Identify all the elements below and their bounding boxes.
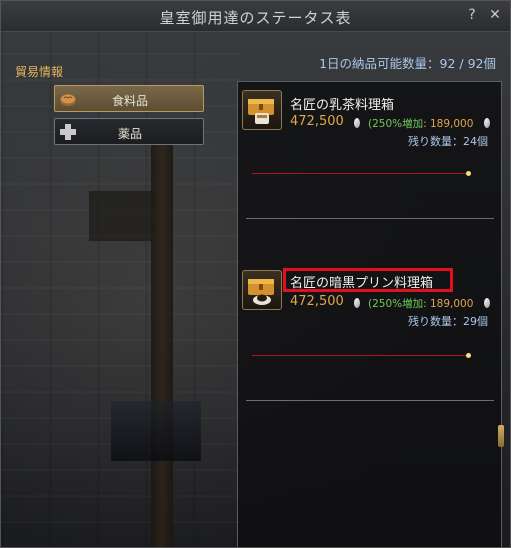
item-name: 名匠の暗黒プリン料理箱 bbox=[290, 276, 434, 291]
remaining-quantity: 残り数量：29個 bbox=[408, 315, 488, 328]
trade-info-label: 貿易情報 bbox=[15, 65, 64, 79]
scrollbar-handle[interactable] bbox=[498, 425, 504, 447]
bonus-percent: (250% bbox=[368, 118, 403, 130]
supply-bar-marker bbox=[466, 171, 471, 176]
item-price: 472,500 bbox=[290, 294, 344, 309]
item-name: 名匠の乳茶料理箱 bbox=[290, 98, 395, 113]
item-list-panel[interactable]: 名匠の乳茶料理箱 472,500 (250%増加: 189,000 残り数量：2… bbox=[237, 81, 502, 547]
category-medicine-button[interactable]: 薬品 bbox=[54, 118, 204, 145]
list-item[interactable]: 名匠の乳茶料理箱 472,500 (250%増加: 189,000 残り数量：2… bbox=[238, 82, 501, 222]
background-bench bbox=[111, 401, 201, 461]
list-item[interactable]: 名匠の暗黒プリン料理箱 472,500 (250%増加: 189,000 残り数… bbox=[238, 262, 501, 402]
remaining-quantity: 残り数量：24個 bbox=[408, 135, 488, 148]
category-food-button[interactable]: 食料品 bbox=[54, 85, 204, 112]
price-bonus: (250%増加: 189,000 bbox=[368, 296, 473, 311]
supply-bar-marker bbox=[466, 353, 471, 358]
bonus-percent: (250% bbox=[368, 298, 403, 310]
supply-bar bbox=[252, 173, 470, 174]
cooking-box-icon bbox=[248, 99, 274, 124]
title-bar[interactable]: 皇室御用達のステータス表 ? ✕ bbox=[1, 1, 510, 32]
original-price: : 189,000 bbox=[423, 118, 474, 130]
royal-supply-status-window: 皇室御用達のステータス表 ? ✕ 貿易情報 1日の納品可能数量：92 / 92個… bbox=[0, 0, 511, 548]
silver-icon bbox=[354, 118, 360, 128]
cooking-box-tea-icon bbox=[242, 90, 282, 130]
window-title: 皇室御用達のステータス表 bbox=[159, 9, 352, 27]
price-bonus: (250%増加: 189,000 bbox=[368, 116, 473, 131]
background-beam bbox=[151, 121, 173, 547]
original-price: : 189,000 bbox=[423, 298, 474, 310]
item-price: 472,500 bbox=[290, 114, 344, 129]
silver-icon bbox=[484, 118, 490, 128]
bonus-suffix: 増加 bbox=[402, 118, 424, 130]
item-divider bbox=[246, 218, 494, 219]
help-button[interactable]: ? bbox=[464, 7, 480, 25]
cooking-box-pudding-icon bbox=[242, 270, 282, 310]
category-food-label: 食料品 bbox=[111, 94, 148, 108]
item-divider bbox=[246, 400, 494, 401]
silver-icon bbox=[484, 298, 490, 308]
daily-delivery-limit: 1日の納品可能数量：92 / 92個 bbox=[319, 56, 496, 71]
category-medicine-label: 薬品 bbox=[117, 127, 142, 141]
background-window-frame bbox=[89, 191, 153, 241]
silver-icon bbox=[354, 298, 360, 308]
cooking-box-icon bbox=[248, 279, 274, 305]
bonus-suffix: 増加 bbox=[402, 298, 424, 310]
close-button[interactable]: ✕ bbox=[487, 7, 503, 25]
supply-bar bbox=[252, 355, 470, 356]
